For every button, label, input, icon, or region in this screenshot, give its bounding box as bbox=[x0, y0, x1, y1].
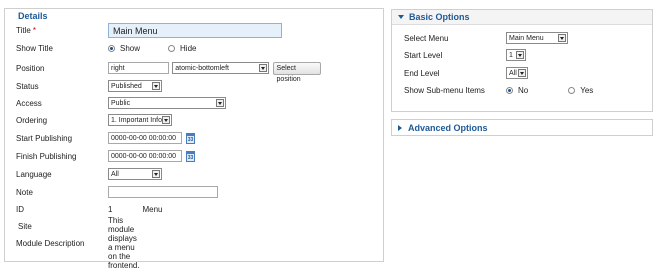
position-select-value: atomic-bottomleft bbox=[175, 65, 229, 72]
end-level-value: All bbox=[509, 70, 517, 77]
advanced-options-title: Advanced Options bbox=[408, 122, 488, 133]
show-submenu-control: No Yes bbox=[506, 86, 593, 95]
calendar-icon[interactable]: 33 bbox=[186, 132, 195, 144]
status-label: Status bbox=[16, 81, 39, 91]
end-level-control: All bbox=[506, 67, 528, 79]
start-level-select[interactable]: 1 bbox=[506, 49, 526, 61]
select-menu-value: Main Menu bbox=[509, 35, 544, 42]
title-label: Title * bbox=[16, 25, 36, 35]
id-value: 1 bbox=[108, 204, 113, 214]
note-input[interactable] bbox=[108, 186, 218, 198]
finish-publishing-control: 0000-00-00 00:00:00 33 bbox=[108, 150, 195, 162]
start-level-control: 1 bbox=[506, 49, 526, 61]
select-menu-control: Main Menu bbox=[506, 32, 568, 44]
advanced-options-panel: Advanced Options bbox=[391, 119, 653, 136]
id-label: ID bbox=[16, 204, 24, 214]
chevron-down-icon bbox=[162, 116, 170, 124]
ordering-select[interactable]: 1. Important Info bbox=[108, 114, 172, 126]
start-level-value: 1 bbox=[509, 52, 513, 59]
calendar-icon[interactable]: 33 bbox=[186, 150, 195, 162]
module-description-text: This module displays a menu on the front… bbox=[108, 216, 140, 270]
hide-radio[interactable] bbox=[168, 44, 176, 52]
language-label: Language bbox=[16, 169, 52, 179]
status-control: Published bbox=[108, 80, 162, 92]
access-label: Access bbox=[16, 98, 42, 108]
position-label: Position bbox=[16, 63, 45, 73]
site-label: Site bbox=[18, 221, 32, 231]
ordering-control: 1. Important Info bbox=[108, 114, 172, 126]
finish-publishing-label: Finish Publishing bbox=[16, 151, 77, 161]
start-publishing-control: 0000-00-00 00:00:00 33 bbox=[108, 132, 195, 144]
note-label: Note bbox=[16, 187, 33, 197]
chevron-down-icon bbox=[558, 34, 566, 42]
id-control: 1 Menu bbox=[108, 205, 162, 214]
ordering-select-value: 1. Important Info bbox=[111, 117, 162, 124]
finish-publishing-input[interactable]: 0000-00-00 00:00:00 bbox=[108, 150, 182, 162]
title-control: Main Menu bbox=[108, 22, 282, 38]
position-input[interactable]: right bbox=[108, 62, 170, 74]
position-select[interactable]: atomic-bottomleft bbox=[172, 62, 269, 74]
status-select[interactable]: Published bbox=[108, 80, 162, 92]
expanded-icon bbox=[398, 15, 404, 19]
status-select-value: Published bbox=[111, 83, 142, 90]
select-menu-label: Select Menu bbox=[404, 33, 449, 43]
hide-radio-label: Hide bbox=[180, 43, 197, 53]
module-type: Menu bbox=[142, 204, 163, 214]
language-select[interactable]: All bbox=[108, 168, 162, 180]
yes-radio[interactable] bbox=[568, 86, 576, 94]
basic-options-panel: Basic Options Select Menu Main Menu Star… bbox=[391, 9, 653, 112]
access-control: Public bbox=[108, 97, 226, 109]
collapsed-icon bbox=[398, 124, 402, 131]
module-description-control: This module displays a menu on the front… bbox=[108, 216, 140, 270]
access-select-value: Public bbox=[111, 100, 131, 107]
title-input[interactable]: Main Menu bbox=[108, 22, 282, 38]
end-level-select[interactable]: All bbox=[506, 67, 528, 79]
chevron-down-icon bbox=[516, 51, 524, 59]
show-submenu-label: Show Sub-menu Items bbox=[404, 85, 485, 95]
show-radio-label: Show bbox=[120, 43, 141, 53]
select-position-button[interactable]: Select position bbox=[272, 61, 322, 83]
select-menu-select[interactable]: Main Menu bbox=[506, 32, 568, 44]
chevron-down-icon bbox=[258, 64, 267, 72]
language-select-value: All bbox=[111, 171, 119, 178]
module-description-label: Module Description bbox=[16, 238, 85, 248]
chevron-down-icon bbox=[152, 170, 160, 178]
language-control: All bbox=[108, 168, 162, 180]
end-level-label: End Level bbox=[404, 68, 440, 78]
details-legend: Details bbox=[15, 11, 51, 21]
show-title-control: Show Hide bbox=[108, 44, 196, 53]
chevron-down-icon bbox=[518, 69, 526, 77]
start-level-label: Start Level bbox=[404, 50, 443, 60]
start-publishing-label: Start Publishing bbox=[16, 133, 73, 143]
no-radio-label: No bbox=[518, 85, 529, 95]
start-publishing-input[interactable]: 0000-00-00 00:00:00 bbox=[108, 132, 182, 144]
chevron-down-icon bbox=[152, 82, 160, 90]
position-control: right atomic-bottomleft Select position bbox=[108, 61, 322, 83]
note-control bbox=[108, 186, 218, 198]
basic-options-title: Basic Options bbox=[409, 12, 470, 22]
advanced-options-header[interactable]: Advanced Options bbox=[392, 120, 652, 135]
show-radio[interactable] bbox=[108, 44, 115, 52]
show-title-label: Show Title bbox=[16, 43, 53, 53]
required-mark: * bbox=[32, 25, 36, 35]
basic-options-header[interactable]: Basic Options bbox=[392, 10, 652, 25]
no-radio[interactable] bbox=[506, 86, 513, 94]
ordering-label: Ordering bbox=[16, 115, 48, 125]
yes-radio-label: Yes bbox=[580, 85, 594, 95]
chevron-down-icon bbox=[216, 99, 224, 107]
access-select[interactable]: Public bbox=[108, 97, 226, 109]
